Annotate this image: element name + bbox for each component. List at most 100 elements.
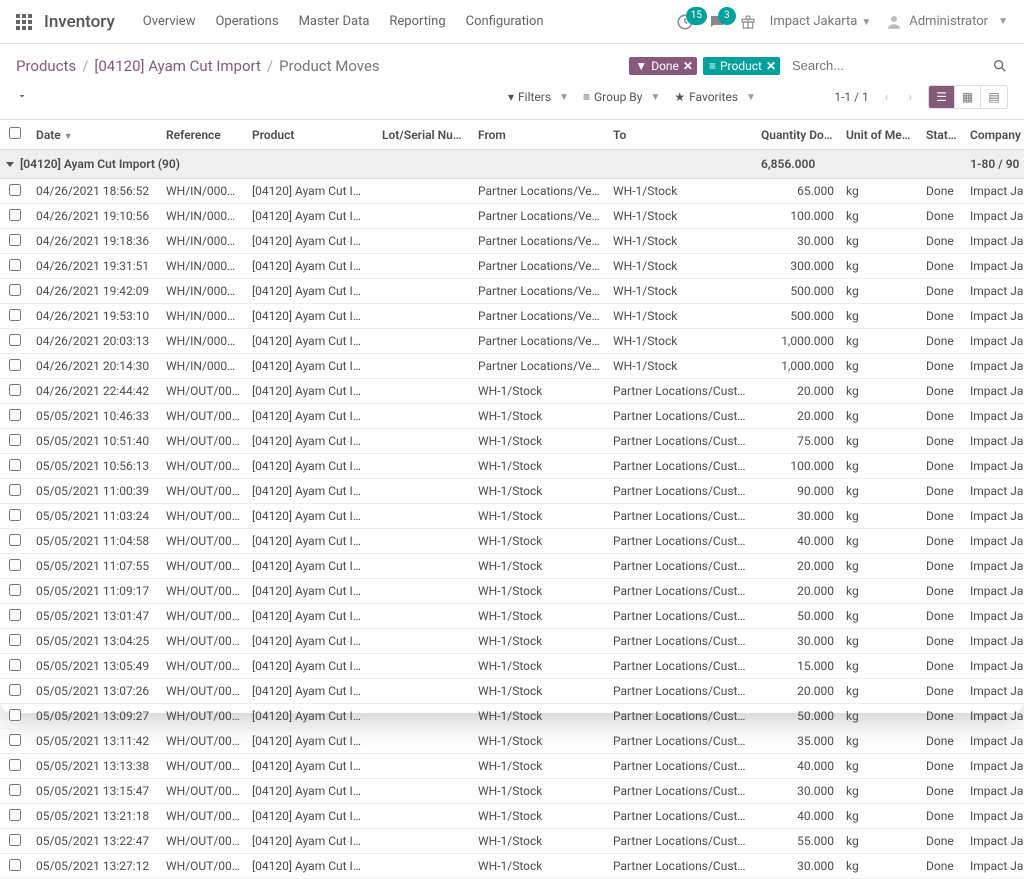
row-checkbox[interactable] <box>9 834 21 846</box>
row-checkbox[interactable] <box>9 384 21 396</box>
row-checkbox[interactable] <box>9 734 21 746</box>
row-checkbox[interactable] <box>9 784 21 796</box>
row-checkbox[interactable] <box>9 359 21 371</box>
col-product[interactable]: Product <box>246 120 376 150</box>
table-row[interactable]: 04/26/2021 20:03:13WH/IN/00039[04120] Ay… <box>0 329 1024 354</box>
row-checkbox[interactable] <box>9 434 21 446</box>
table-row[interactable]: 04/26/2021 19:18:36WH/IN/00014[04120] Ay… <box>0 229 1024 254</box>
table-row[interactable]: 05/05/2021 11:03:24WH/OUT/00010[04120] A… <box>0 504 1024 529</box>
row-checkbox[interactable] <box>9 409 21 421</box>
table-row[interactable]: 05/05/2021 13:05:49WH/OUT/00015[04120] A… <box>0 654 1024 679</box>
table-row[interactable]: 04/26/2021 19:42:09WH/IN/00027[04120] Ay… <box>0 279 1024 304</box>
row-checkbox[interactable] <box>9 184 21 196</box>
col-lot[interactable]: Lot/Serial Number <box>376 120 472 150</box>
activities-icon[interactable]: 15 <box>676 13 694 31</box>
breadcrumb-products[interactable]: Products <box>16 57 76 75</box>
cell-company: Impact Jakarta <box>964 854 1024 879</box>
row-checkbox[interactable] <box>9 684 21 696</box>
row-checkbox[interactable] <box>9 559 21 571</box>
menu-overview[interactable]: Overview <box>143 14 196 29</box>
breadcrumb-product[interactable]: [04120] Ayam Cut Import <box>94 57 261 75</box>
table-row[interactable]: 04/26/2021 18:56:52WH/IN/00003[04120] Ay… <box>0 179 1024 204</box>
row-checkbox[interactable] <box>9 459 21 471</box>
table-row[interactable]: 05/05/2021 11:07:55WH/OUT/00012[04120] A… <box>0 554 1024 579</box>
row-checkbox[interactable] <box>9 759 21 771</box>
table-row[interactable]: 05/05/2021 10:51:40WH/OUT/00007[04120] A… <box>0 429 1024 454</box>
col-uom[interactable]: Unit of Measure <box>840 120 920 150</box>
group-header[interactable]: [04120] Ayam Cut Import (90) 6,856.000 1… <box>0 150 1024 179</box>
view-pivot-icon[interactable]: ▤ <box>981 86 1007 108</box>
table-row[interactable]: 05/05/2021 13:01:47WH/OUT/00013[04120] A… <box>0 604 1024 629</box>
row-checkbox[interactable] <box>9 709 21 721</box>
discuss-icon[interactable]: 3 <box>708 13 726 31</box>
table-row[interactable]: 04/26/2021 19:31:51WH/IN/00021[04120] Ay… <box>0 254 1024 279</box>
view-kanban-icon[interactable]: ▦ <box>955 86 981 108</box>
filters-button[interactable]: ▾Filters▼ <box>508 90 569 104</box>
row-checkbox[interactable] <box>9 209 21 221</box>
table-row[interactable]: 05/05/2021 13:22:47WH/OUT/00022[04120] A… <box>0 829 1024 854</box>
row-checkbox[interactable] <box>9 334 21 346</box>
row-checkbox[interactable] <box>9 534 21 546</box>
table-row[interactable]: 04/26/2021 22:44:42WH/OUT/00002[04120] A… <box>0 379 1024 404</box>
row-checkbox[interactable] <box>9 284 21 296</box>
cell-status: Done <box>920 704 964 729</box>
table-row[interactable]: 05/05/2021 10:56:13WH/OUT/00008[04120] A… <box>0 454 1024 479</box>
row-checkbox[interactable] <box>9 309 21 321</box>
row-checkbox[interactable] <box>9 509 21 521</box>
menu-master-data[interactable]: Master Data <box>299 14 370 29</box>
col-from[interactable]: From <box>472 120 607 150</box>
row-checkbox[interactable] <box>9 484 21 496</box>
gift-icon[interactable] <box>740 14 756 30</box>
row-checkbox[interactable] <box>9 659 21 671</box>
table-row[interactable]: 04/26/2021 20:14:30WH/IN/00045[04120] Ay… <box>0 354 1024 379</box>
row-checkbox[interactable] <box>9 609 21 621</box>
select-all-checkbox[interactable] <box>9 127 21 139</box>
table-row[interactable]: 04/26/2021 19:10:56WH/IN/00010[04120] Ay… <box>0 204 1024 229</box>
table-row[interactable]: 05/05/2021 13:04:25WH/OUT/00014[04120] A… <box>0 629 1024 654</box>
search-facet-done[interactable]: ▼ Done ✕ <box>629 57 697 75</box>
search-facet-product[interactable]: ≡ Product ✕ <box>703 57 780 75</box>
search-input[interactable] <box>786 54 986 77</box>
col-date[interactable]: Date ▼ <box>30 120 160 150</box>
view-list-icon[interactable]: ☰ <box>929 86 955 108</box>
col-company[interactable]: Company <box>964 120 1024 150</box>
row-checkbox[interactable] <box>9 809 21 821</box>
row-checkbox[interactable] <box>9 234 21 246</box>
row-checkbox[interactable] <box>9 859 21 871</box>
table-row[interactable]: 05/05/2021 13:13:38WH/OUT/00019[04120] A… <box>0 754 1024 779</box>
row-checkbox[interactable] <box>9 634 21 646</box>
table-row[interactable]: 05/05/2021 11:04:58WH/OUT/00011[04120] A… <box>0 529 1024 554</box>
table-row[interactable]: 05/05/2021 13:11:42WH/OUT/00018[04120] A… <box>0 729 1024 754</box>
menu-operations[interactable]: Operations <box>215 14 278 29</box>
table-row[interactable]: 05/05/2021 11:00:39WH/OUT/00009[04120] A… <box>0 479 1024 504</box>
col-to[interactable]: To <box>607 120 755 150</box>
row-checkbox[interactable] <box>9 584 21 596</box>
table-row[interactable]: 05/05/2021 13:27:12WH/OUT/00023[04120] A… <box>0 854 1024 879</box>
table-row[interactable]: 05/05/2021 10:46:33WH/OUT/00003[04120] A… <box>0 404 1024 429</box>
facet-remove-icon[interactable]: ✕ <box>683 59 693 73</box>
col-qty[interactable]: Quantity Done <box>755 120 840 150</box>
table-row[interactable]: 04/26/2021 19:53:10WH/IN/00033[04120] Ay… <box>0 304 1024 329</box>
user-menu[interactable]: Administrator▼ <box>885 13 1008 31</box>
app-brand[interactable]: Inventory <box>44 12 115 32</box>
menu-reporting[interactable]: Reporting <box>389 14 445 29</box>
export-button[interactable] <box>16 90 28 105</box>
col-reference[interactable]: Reference <box>160 120 246 150</box>
table-row[interactable]: 05/05/2021 11:09:17WH/OUT/00006[04120] A… <box>0 579 1024 604</box>
table-row[interactable]: 05/05/2021 13:15:47WH/OUT/00020[04120] A… <box>0 779 1024 804</box>
table-row[interactable]: 05/05/2021 13:21:18WH/OUT/00021[04120] A… <box>0 804 1024 829</box>
row-checkbox[interactable] <box>9 259 21 271</box>
apps-icon[interactable] <box>16 14 32 30</box>
col-status[interactable]: Status <box>920 120 964 150</box>
table-row[interactable]: 05/05/2021 13:07:26WH/OUT/00016[04120] A… <box>0 679 1024 704</box>
search-icon[interactable] <box>992 58 1008 74</box>
table-row[interactable]: 05/05/2021 13:09:27WH/OUT/00017[04120] A… <box>0 704 1024 729</box>
pager-next[interactable]: › <box>904 90 916 104</box>
group-expand-icon[interactable] <box>6 162 14 167</box>
entity-switcher[interactable]: Impact Jakarta▼ <box>770 14 871 29</box>
menu-configuration[interactable]: Configuration <box>466 14 544 29</box>
favorites-button[interactable]: ★Favorites▼ <box>674 90 756 104</box>
groupby-button[interactable]: ≡Group By▼ <box>583 90 660 104</box>
facet-remove-icon[interactable]: ✕ <box>766 59 776 73</box>
pager-prev[interactable]: ‹ <box>881 90 893 104</box>
